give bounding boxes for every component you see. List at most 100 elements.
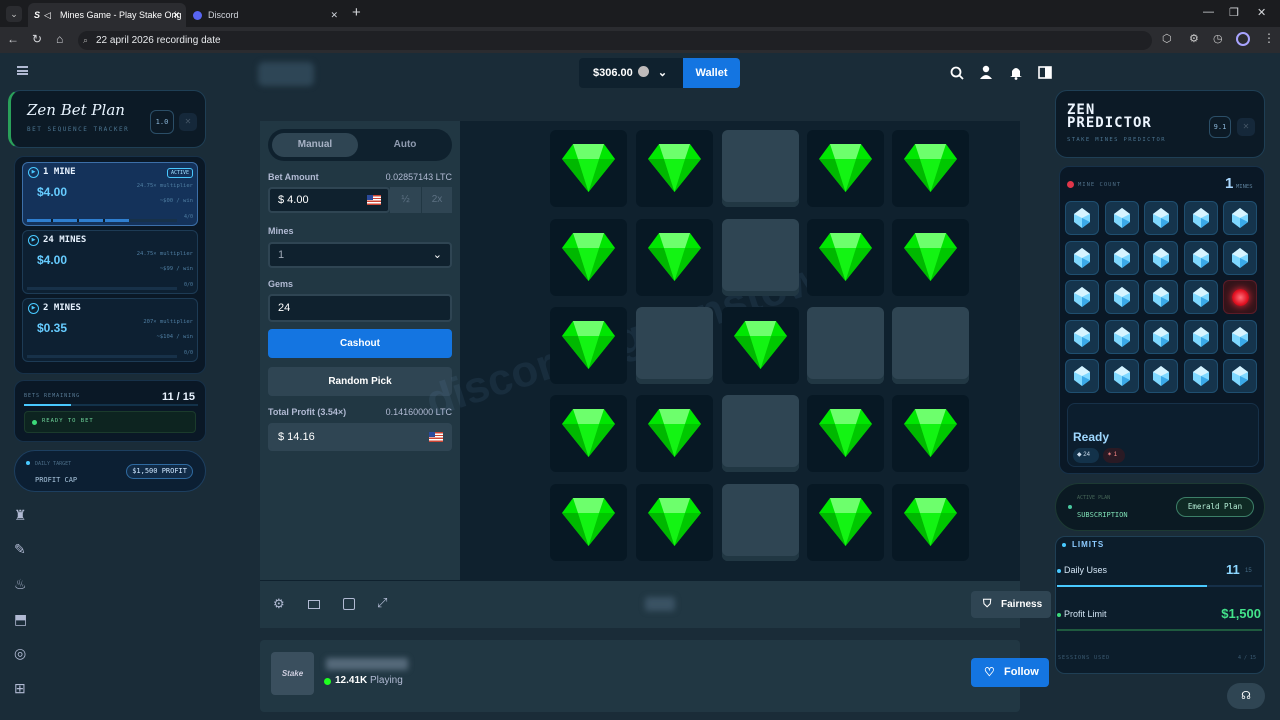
limits-label: LIMITS bbox=[1072, 540, 1105, 549]
support-chat-button[interactable]: ☊ bbox=[1227, 683, 1265, 709]
mine-icon bbox=[1232, 289, 1249, 306]
revealed-gem-tile[interactable] bbox=[722, 307, 799, 384]
plan-name-badge[interactable]: Emerald Plan bbox=[1176, 497, 1254, 517]
stats-icon[interactable] bbox=[343, 598, 355, 610]
follow-button[interactable]: ♡ Follow bbox=[971, 658, 1049, 687]
user-icon[interactable] bbox=[979, 65, 993, 80]
half-button[interactable]: ½ bbox=[390, 187, 421, 213]
mines-value: 1 bbox=[278, 249, 285, 261]
promotions-icon[interactable]: ✎ bbox=[14, 541, 26, 558]
reload-icon[interactable]: ↻ bbox=[32, 32, 42, 46]
revealed-gem-tile[interactable] bbox=[807, 395, 884, 472]
mines-select[interactable]: 1 ⌄ bbox=[268, 242, 452, 268]
random-pick-button[interactable]: Random Pick bbox=[268, 367, 452, 396]
hidden-tile[interactable] bbox=[722, 484, 799, 561]
revealed-gem-tile[interactable] bbox=[550, 219, 627, 296]
gem-icon bbox=[904, 233, 957, 281]
profile-icon[interactable] bbox=[1236, 32, 1250, 46]
revealed-gem-tile[interactable] bbox=[550, 395, 627, 472]
tab-title: Mines Game - Play Stake Orig bbox=[60, 10, 182, 20]
fire-icon[interactable]: ♨ bbox=[14, 576, 27, 593]
close-icon[interactable]: ✕ bbox=[179, 113, 197, 131]
stake-logo[interactable] bbox=[258, 62, 314, 86]
gem-icon bbox=[562, 144, 615, 192]
theatre-mode-icon[interactable] bbox=[308, 600, 320, 609]
bet-amount-input[interactable]: $ 4.00 bbox=[268, 187, 390, 213]
predicted-gem-cell bbox=[1183, 359, 1218, 393]
predicted-gem-cell bbox=[1144, 319, 1178, 354]
hidden-tile[interactable] bbox=[722, 130, 799, 207]
extensions-icon[interactable]: ⚙ bbox=[1189, 32, 1199, 45]
back-icon[interactable]: ← bbox=[7, 32, 19, 46]
bets-remaining-bar bbox=[24, 404, 198, 406]
discord-favicon-icon bbox=[193, 11, 202, 20]
diamond-icon bbox=[1232, 366, 1248, 386]
chevron-down-icon: ⌄ bbox=[432, 249, 442, 261]
profit-cap-panel: DAILY TARGET PROFIT CAP $1,500 PROFIT bbox=[14, 450, 206, 492]
plan-card[interactable]: ▶ 24 MINES $4.00 24.75× multiplier ~$99 / wi… bbox=[22, 230, 198, 294]
game-footer: ⚙ ⤢ ⛉ Fairness bbox=[260, 580, 1051, 628]
revealed-gem-tile[interactable] bbox=[807, 130, 884, 207]
home-icon[interactable]: ⌂ bbox=[56, 32, 63, 46]
revealed-gem-tile[interactable] bbox=[892, 484, 969, 561]
casino-icon[interactable]: ♜ bbox=[14, 507, 27, 524]
gem-icon bbox=[734, 321, 787, 369]
history-icon[interactable]: ◷ bbox=[1213, 32, 1223, 45]
search-icon[interactable] bbox=[950, 66, 964, 80]
sponsorship-icon[interactable]: ◎ bbox=[14, 645, 26, 662]
hidden-tile[interactable] bbox=[892, 307, 969, 384]
close-icon[interactable]: ✕ bbox=[1237, 118, 1255, 136]
hidden-tile[interactable] bbox=[636, 307, 713, 384]
tab-discord[interactable]: Discord ✕ bbox=[186, 3, 346, 27]
revealed-gem-tile[interactable] bbox=[807, 484, 884, 561]
tab-list-button[interactable]: ⌄ bbox=[6, 6, 22, 22]
close-tab-icon[interactable]: ✕ bbox=[330, 3, 338, 27]
mine-count-unit: MINES bbox=[1236, 184, 1253, 190]
double-button[interactable]: 2x bbox=[421, 187, 452, 213]
revealed-gem-tile[interactable] bbox=[807, 219, 884, 296]
revealed-gem-tile[interactable] bbox=[636, 219, 713, 296]
vip-icon[interactable]: ⬒ bbox=[14, 611, 27, 628]
cashout-button[interactable]: Cashout bbox=[268, 329, 452, 358]
close-tab-icon[interactable]: ✕ bbox=[172, 3, 180, 27]
hidden-tile[interactable] bbox=[807, 307, 884, 384]
address-bar[interactable]: ⌕ 22 april 2026 recording date bbox=[78, 31, 1152, 50]
revealed-gem-tile[interactable] bbox=[550, 307, 627, 384]
mode-tabs: Manual Auto bbox=[268, 129, 452, 161]
hidden-tile[interactable] bbox=[722, 395, 799, 472]
balance-display[interactable]: $306.00 ⌄ bbox=[579, 58, 683, 88]
tab-stake-mines[interactable]: S ◁ Mines Game - Play Stake Orig ✕ bbox=[28, 3, 186, 27]
revealed-gem-tile[interactable] bbox=[636, 484, 713, 561]
gems-value: 24 bbox=[278, 302, 291, 314]
revealed-gem-tile[interactable] bbox=[550, 130, 627, 207]
gift-icon[interactable]: ⊞ bbox=[14, 680, 26, 697]
revealed-gem-tile[interactable] bbox=[550, 484, 627, 561]
plan-progress-bar bbox=[27, 355, 177, 358]
plan-card[interactable]: ▶ 2 MINES $0.35 207× multiplier ~$104 / win 0… bbox=[22, 298, 198, 362]
menu-dots-icon[interactable]: ⋮ bbox=[1263, 31, 1275, 45]
revealed-gem-tile[interactable] bbox=[892, 395, 969, 472]
sidebar-toggle-icon[interactable] bbox=[1038, 66, 1052, 79]
maximize-icon[interactable]: ❐ bbox=[1229, 6, 1239, 19]
hamburger-menu-icon[interactable] bbox=[17, 66, 28, 75]
revealed-gem-tile[interactable] bbox=[892, 219, 969, 296]
target-dot-icon bbox=[26, 461, 30, 465]
hidden-tile[interactable] bbox=[722, 219, 799, 296]
diamond-icon bbox=[1192, 366, 1209, 386]
bell-icon[interactable] bbox=[1009, 65, 1023, 80]
revealed-gem-tile[interactable] bbox=[636, 395, 713, 472]
ready-dot-icon bbox=[32, 420, 37, 425]
tab-manual[interactable]: Manual bbox=[272, 133, 358, 157]
revealed-gem-tile[interactable] bbox=[636, 130, 713, 207]
settings-icon[interactable]: ⚙ bbox=[273, 596, 285, 612]
new-tab-icon[interactable]: + bbox=[352, 4, 361, 21]
minimize-icon[interactable]: — bbox=[1203, 6, 1214, 18]
fairness-button[interactable]: ⛉ Fairness bbox=[971, 591, 1051, 618]
live-stats-icon[interactable]: ⤢ bbox=[377, 595, 387, 611]
revealed-gem-tile[interactable] bbox=[892, 130, 969, 207]
wallet-button[interactable]: Wallet bbox=[683, 58, 740, 88]
close-window-icon[interactable]: ✕ bbox=[1257, 6, 1266, 19]
tab-auto[interactable]: Auto bbox=[362, 133, 448, 157]
extension-icon[interactable]: ⬡ bbox=[1162, 32, 1172, 45]
plan-card[interactable]: ▶ 1 MINE ACTIVE $4.00 24.75× multiplier ~$00 … bbox=[22, 162, 198, 226]
